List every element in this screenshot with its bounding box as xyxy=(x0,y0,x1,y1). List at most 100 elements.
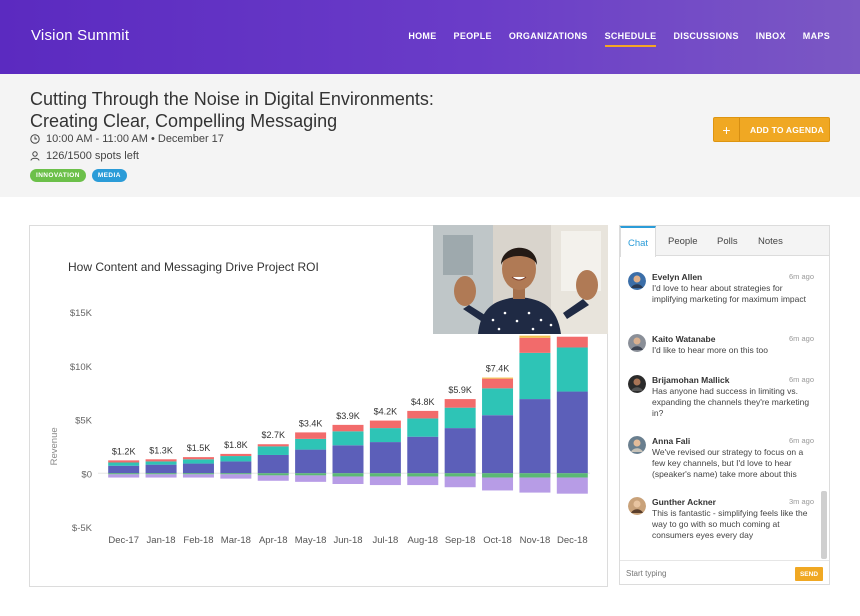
bar-segment xyxy=(519,473,551,478)
tab-polls[interactable]: Polls xyxy=(717,236,738,247)
bar-segment xyxy=(182,474,214,478)
bar-segment xyxy=(369,442,401,474)
bar-segment xyxy=(407,473,439,477)
message-author: Gunther Ackner xyxy=(652,497,716,507)
x-tick-label: Nov-18 xyxy=(520,535,551,546)
message-text: I'd love to hear about strategies for im… xyxy=(652,283,806,304)
bar-segment xyxy=(519,399,551,474)
x-tick-label: May-18 xyxy=(295,535,327,546)
y-tick-label: $15K xyxy=(70,308,93,319)
x-tick-label: Feb-18 xyxy=(183,535,213,546)
bar-segment xyxy=(295,475,327,482)
bar-segment xyxy=(369,428,401,443)
bar-segment xyxy=(108,462,140,466)
nav-inbox[interactable]: INBOX xyxy=(756,31,786,41)
plus-icon: + xyxy=(714,118,740,141)
bar-segment xyxy=(444,476,476,488)
session-spots-text: 126/1500 spots left xyxy=(46,150,139,162)
data-label: $2.7K xyxy=(261,430,285,440)
message-author: Brijamohan Mallick xyxy=(652,375,730,385)
bar-segment xyxy=(257,473,289,476)
nav-home[interactable]: HOME xyxy=(408,31,436,41)
y-tick-label: $5K xyxy=(75,416,93,427)
bar-segment xyxy=(295,438,327,450)
speaker-video-frame xyxy=(433,225,608,334)
bar-segment xyxy=(369,473,401,477)
data-label: $1.5K xyxy=(187,443,211,453)
message-time: 6m ago xyxy=(788,334,814,343)
data-label: $4.8K xyxy=(411,397,435,407)
bar-segment xyxy=(369,476,401,486)
bar-segment xyxy=(182,457,214,460)
tab-people[interactable]: People xyxy=(668,236,698,247)
bar-segment xyxy=(182,459,214,464)
bar-segment xyxy=(108,465,140,474)
bar-segment xyxy=(332,476,364,484)
bar-segment xyxy=(556,473,588,478)
bar-segment xyxy=(182,463,214,474)
chat-scrollbar[interactable] xyxy=(821,491,827,559)
data-label: $3.9K xyxy=(336,411,360,421)
brand-logo[interactable]: Vision Summit xyxy=(31,27,129,44)
nav-schedule[interactable]: SCHEDULE xyxy=(604,31,657,47)
tab-notes[interactable]: Notes xyxy=(758,236,783,247)
x-tick-label: Jul-18 xyxy=(372,535,398,546)
bar-segment xyxy=(482,477,514,491)
nav-people[interactable]: PEOPLE xyxy=(454,31,492,41)
chat-panel: Chat People Polls Notes Evelyn Allen 6m … xyxy=(619,225,830,585)
bar-segment xyxy=(220,473,252,475)
bar-segment xyxy=(108,474,140,478)
session-spots: 126/1500 spots left xyxy=(30,150,139,162)
data-label: $5.9K xyxy=(448,385,472,395)
bar-segment xyxy=(369,420,401,429)
y-axis-label: Revenue xyxy=(49,427,60,465)
add-to-agenda-label: ADD TO AGENDA xyxy=(750,124,824,135)
bar-segment xyxy=(519,337,551,353)
bar-segment xyxy=(295,473,327,476)
bar-segment xyxy=(482,378,514,389)
nav-organizations[interactable]: ORGANIZATIONS xyxy=(509,31,588,41)
avatar xyxy=(628,334,646,352)
message-text: Has anyone had success in limiting vs. e… xyxy=(652,386,810,418)
tab-chat[interactable]: Chat xyxy=(620,226,656,257)
bar-segment xyxy=(145,464,177,474)
chat-input[interactable] xyxy=(626,566,786,580)
bar-segment xyxy=(145,459,177,462)
message-text: This is fantastic - simplifying feels li… xyxy=(652,508,808,540)
chat-message-list: Evelyn Allen 6m ago I'd love to hear abo… xyxy=(620,257,820,557)
main-nav: HOME PEOPLE ORGANIZATIONS SCHEDULE DISCU… xyxy=(391,31,830,47)
nav-maps[interactable]: MAPS xyxy=(803,31,830,41)
nav-discussions[interactable]: DISCUSSIONS xyxy=(673,31,738,41)
bar-segment xyxy=(556,347,588,392)
bar-segment xyxy=(332,473,364,477)
bar-segment xyxy=(182,473,214,475)
chat-tabs: Chat People Polls Notes xyxy=(620,226,829,257)
bar-segment xyxy=(145,474,177,478)
x-tick-label: Dec-17 xyxy=(108,535,139,546)
tag-media[interactable]: MEDIA xyxy=(91,169,127,182)
avatar xyxy=(628,375,646,393)
bar-segment xyxy=(145,461,177,465)
bar-segment xyxy=(482,415,514,474)
send-button[interactable]: SEND xyxy=(795,567,823,581)
bar-segment xyxy=(482,473,514,478)
message-author: Evelyn Allen xyxy=(652,272,703,282)
add-to-agenda-button[interactable]: + ADD TO AGENDA xyxy=(713,117,830,142)
bar-segment xyxy=(407,436,439,474)
message-author: Kaito Watanabe xyxy=(652,334,716,344)
bar-segment xyxy=(482,388,514,416)
message-text: We've revised our strategy to focus on a… xyxy=(652,447,804,479)
data-label: $3.4K xyxy=(299,418,323,428)
bar-segment xyxy=(407,410,439,419)
chat-input-row: SEND xyxy=(620,560,829,584)
bar-segment xyxy=(295,449,327,474)
top-navigation-bar: Vision Summit HOME PEOPLE ORGANIZATIONS … xyxy=(0,0,860,74)
bar-segment xyxy=(257,446,289,455)
session-tags: INNOVATION MEDIA xyxy=(30,169,127,182)
speaker-video[interactable] xyxy=(433,225,608,334)
bar-segment xyxy=(108,460,140,463)
bar-segment xyxy=(220,474,252,479)
bar-segment xyxy=(257,454,289,474)
x-tick-label: Mar-18 xyxy=(221,535,251,546)
tag-innovation[interactable]: INNOVATION xyxy=(30,169,86,182)
